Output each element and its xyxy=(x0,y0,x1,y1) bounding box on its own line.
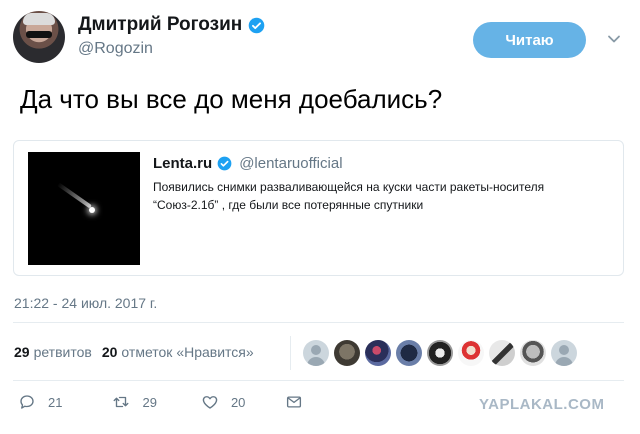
quoted-author-name: Lenta.ru xyxy=(153,155,213,172)
divider xyxy=(13,380,624,381)
author-handle[interactable]: @Rogozin xyxy=(78,40,153,58)
verified-badge-icon xyxy=(217,156,232,171)
quoted-tweet-text: Появились снимки разваливающейся на куск… xyxy=(153,178,613,214)
envelope-icon xyxy=(287,396,302,408)
quoted-tweet-image[interactable] xyxy=(28,152,140,265)
retweets-count: 29 xyxy=(14,344,30,360)
like-count: 20 xyxy=(230,394,246,410)
tweet-text: Да что вы все до меня доебались? xyxy=(20,84,443,114)
liker-avatar[interactable] xyxy=(365,340,391,366)
likes-count: 20 xyxy=(101,344,118,360)
author-name-row[interactable]: Дмитрий Рогозин xyxy=(78,14,265,36)
direct-message-button[interactable] xyxy=(285,393,303,411)
author-name[interactable]: Дмитрий Рогозин xyxy=(78,14,242,36)
quoted-author-row: Lenta.ru @lentaruofficial xyxy=(153,155,343,172)
retweet-icon xyxy=(114,396,129,408)
retweet-count: 29 xyxy=(142,394,157,410)
like-button[interactable]: 20 xyxy=(201,393,245,411)
likes-label: отметок «Нравится» xyxy=(121,344,254,360)
quoted-text-line: “Союз-2.1б” , где были все потерянные сп… xyxy=(153,198,424,212)
watermark: YAPLAKAL.COM xyxy=(479,396,605,413)
liker-avatar[interactable] xyxy=(427,340,453,366)
retweet-button[interactable]: 29 xyxy=(112,393,157,411)
liker-avatars xyxy=(303,340,577,366)
chevron-down-icon[interactable] xyxy=(607,32,621,46)
liker-avatar[interactable] xyxy=(303,340,329,366)
liker-avatar[interactable] xyxy=(551,340,577,366)
verified-badge-icon xyxy=(248,17,265,33)
liker-avatar[interactable] xyxy=(520,340,546,366)
tweet-actions: 21 29 20 xyxy=(18,393,335,411)
liker-avatar[interactable] xyxy=(489,340,515,366)
reply-button[interactable]: 21 xyxy=(18,393,62,411)
engagement-stats: 29 ретвитов 20 отметок «Нравится» xyxy=(14,344,254,360)
retweets-stat[interactable]: 29 ретвитов xyxy=(14,344,92,360)
quoted-text-line: Появились снимки разваливающейся на куск… xyxy=(153,180,545,194)
divider xyxy=(13,322,624,323)
tweet-timestamp[interactable]: 21:22 - 24 июл. 2017 г. xyxy=(14,295,157,311)
quoted-author-handle: @lentaruofficial xyxy=(239,155,343,172)
liker-avatar[interactable] xyxy=(458,340,484,366)
likes-stat[interactable]: 20 отметок «Нравится» xyxy=(102,344,254,360)
following-button[interactable]: Читаю xyxy=(473,22,586,58)
liker-avatar[interactable] xyxy=(334,340,360,366)
retweets-label: ретвитов xyxy=(33,344,92,360)
divider xyxy=(290,336,291,370)
heart-icon xyxy=(202,396,218,409)
reply-icon xyxy=(20,395,34,409)
reply-count: 21 xyxy=(48,394,63,410)
liker-avatar[interactable] xyxy=(396,340,422,366)
author-avatar[interactable] xyxy=(13,11,65,63)
